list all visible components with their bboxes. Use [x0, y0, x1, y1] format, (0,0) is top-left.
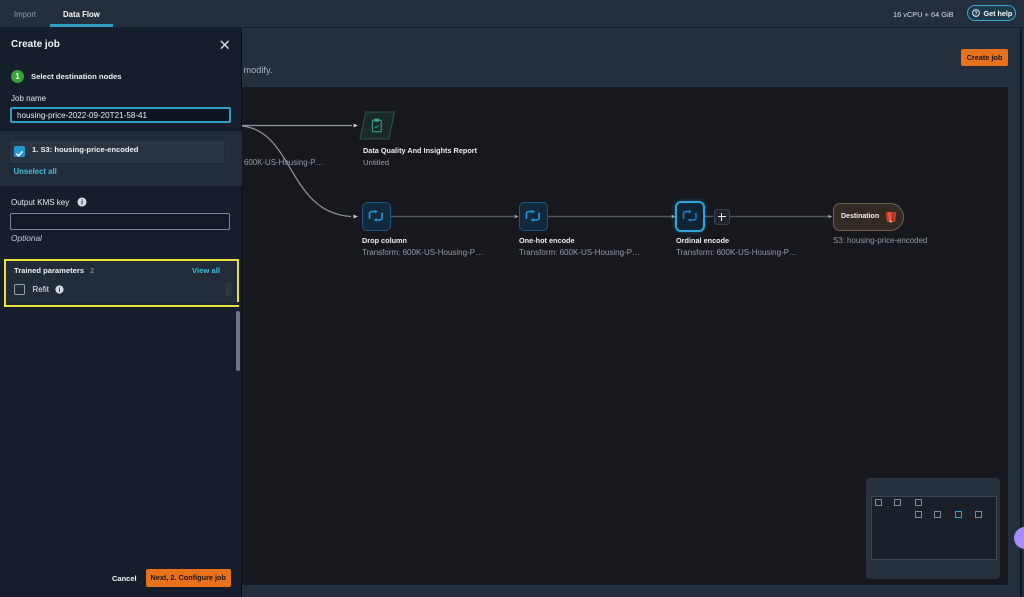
- svg-text:i: i: [58, 286, 60, 293]
- svg-text:i: i: [81, 197, 83, 206]
- svg-text:?: ?: [974, 11, 977, 17]
